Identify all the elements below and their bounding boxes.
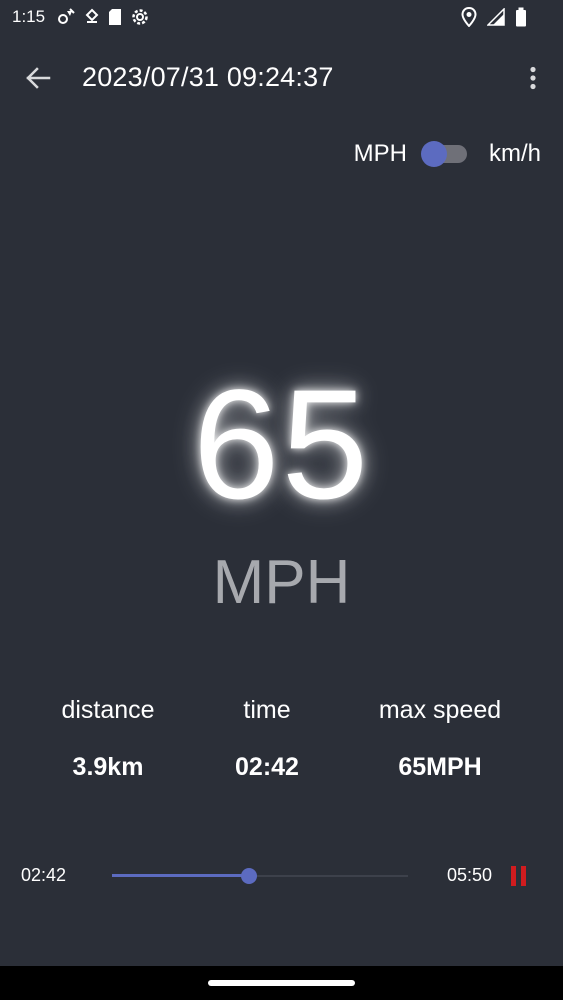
signal-icon [487, 8, 505, 26]
playback-current-time: 02:42 [21, 865, 67, 885]
unit-toggle-switch[interactable] [420, 138, 469, 170]
pause-button[interactable] [505, 864, 531, 888]
overflow-menu-button[interactable] [517, 60, 549, 96]
unit-label-mph: MPH [353, 140, 407, 167]
toggle-thumb [420, 141, 447, 167]
stat-value: 65MPH [398, 753, 482, 781]
stat-max-speed: max speed 65MPH [360, 690, 520, 787]
status-icons-left [56, 7, 150, 27]
location-pin-icon [461, 7, 477, 27]
stat-value: 02:42 [235, 753, 299, 781]
arrow-back-icon [26, 67, 51, 89]
vpn-key-icon [85, 8, 99, 23]
trip-stats: distance 3.9km time 02:42 max speed 65MP… [0, 690, 563, 800]
app-bar: 2023/07/31 09:24:37 [0, 42, 563, 114]
back-button[interactable] [16, 58, 60, 98]
settings-gear-icon [132, 9, 148, 25]
unit-label-kmh: km/h [488, 140, 541, 167]
seek-bar[interactable] [112, 864, 408, 888]
playback-total-time: 05:50 [447, 865, 493, 885]
stat-time: time 02:42 [207, 690, 327, 787]
status-bar: 1:15 [0, 0, 563, 34]
page-title: 2023/07/31 09:24:37 [82, 62, 334, 92]
playback-controls: 02:42 05:50 [0, 856, 563, 896]
speed-unit: MPH [212, 548, 351, 617]
stat-value: 3.9km [72, 753, 144, 781]
unit-toggle-row: MPH km/h [354, 138, 541, 170]
more-vert-icon [530, 66, 536, 90]
stat-label: time [243, 696, 291, 724]
sd-card-icon [109, 9, 121, 25]
battery-icon [516, 7, 526, 27]
settings-broadcast-icon [58, 8, 75, 24]
stat-label: distance [61, 696, 155, 724]
system-nav-bar [0, 966, 563, 1000]
pause-icon [510, 866, 526, 886]
status-icons-right [461, 7, 527, 27]
home-gesture-handle[interactable] [208, 980, 355, 986]
stat-label: max speed [378, 696, 502, 724]
seek-progress [112, 874, 249, 877]
status-time: 1:15 [12, 7, 46, 26]
stat-distance: distance 3.9km [38, 690, 178, 787]
seek-thumb[interactable] [241, 868, 257, 884]
speed-value: 65 [192, 358, 371, 532]
